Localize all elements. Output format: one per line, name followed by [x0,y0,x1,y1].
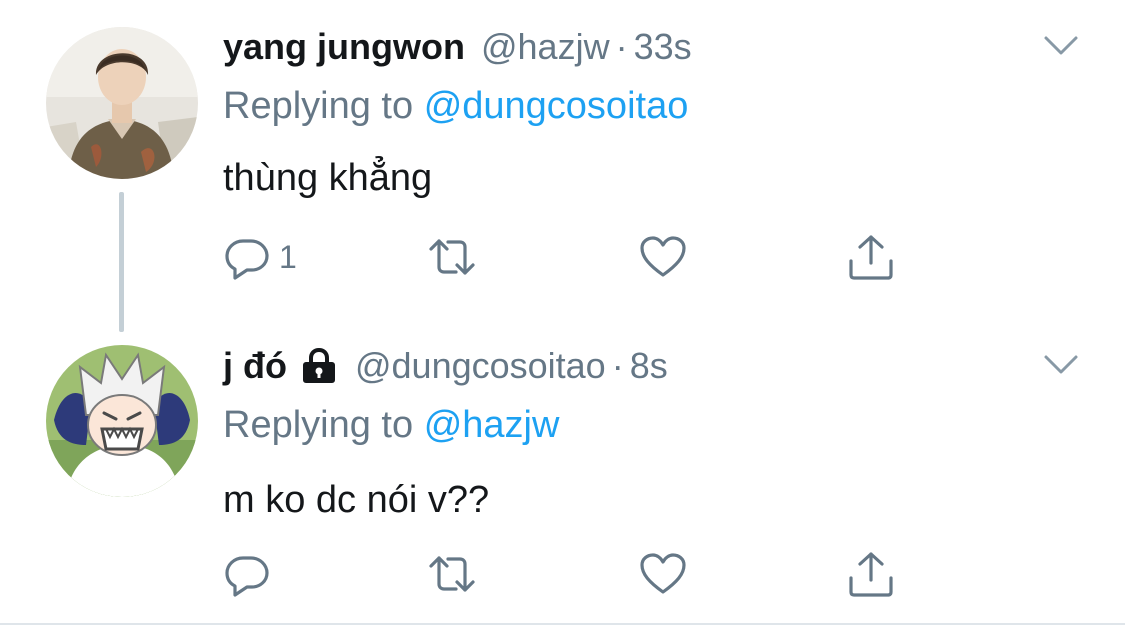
reply-count: 1 [279,238,297,275]
like-icon [640,236,686,277]
replying-to-link[interactable]: @hazjw [424,404,560,446]
reply-icon [225,556,269,597]
reply-icon [225,239,269,280]
tweet[interactable]: yang jungwon @hazjw · 33s Replying to @d… [0,0,1125,332]
tweet[interactable]: j đó @dungcosoitao · 8s Replying to @haz… [0,320,1125,625]
replying-to: Replying to @hazjw [223,401,559,449]
share-icon [849,552,893,597]
reply-button[interactable] [223,549,279,599]
tweet-text: m ko dc nói v?? [223,479,490,521]
timestamp[interactable]: 33s [634,23,692,71]
lock-icon [299,347,339,385]
thread-line [119,192,124,332]
separator-dot: · [611,345,624,386]
tweet-actions [223,549,923,599]
avatar[interactable] [46,27,198,179]
replying-to-link[interactable]: @dungcosoitao [424,85,689,127]
share-icon [849,235,893,280]
avatar-image [46,345,198,497]
replying-to: Replying to @dungcosoitao [223,82,688,130]
tweet-text: thùng khẳng [223,157,433,199]
like-button[interactable] [639,549,687,599]
display-name[interactable]: j đó [223,342,287,390]
user-handle[interactable]: @hazjw [481,23,610,71]
tweet-actions: 1 [223,232,923,282]
retweet-button[interactable] [428,232,476,282]
separator-dot: · [615,26,628,67]
like-button[interactable] [639,232,687,282]
avatar[interactable] [46,345,198,497]
retweet-icon [429,556,475,592]
replying-to-label: Replying to [223,85,414,127]
display-name[interactable]: yang jungwon [223,23,465,71]
timestamp[interactable]: 8s [630,342,668,390]
divider [0,623,1125,625]
user-handle[interactable]: @dungcosoitao [355,342,606,390]
share-button[interactable] [847,549,895,599]
share-button[interactable] [847,232,895,282]
chevron-down-icon[interactable] [1043,34,1079,58]
retweet-button[interactable] [428,549,476,599]
replying-to-label: Replying to [223,404,414,446]
tweet-header: yang jungwon @hazjw · 33s [223,23,692,71]
chevron-down-icon[interactable] [1043,353,1079,377]
like-icon [640,553,686,594]
avatar-image [46,27,198,179]
retweet-icon [429,239,475,275]
reply-button[interactable]: 1 [223,232,297,282]
tweet-header: j đó @dungcosoitao · 8s [223,342,668,390]
